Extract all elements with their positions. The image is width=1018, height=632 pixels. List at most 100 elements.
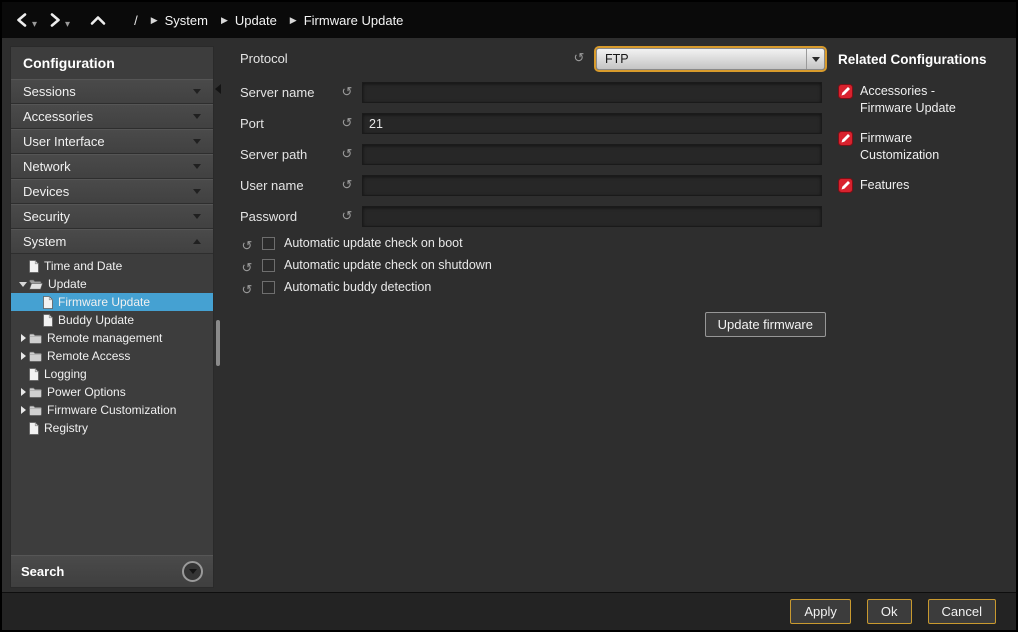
tree-item-label: Remote management (47, 331, 162, 345)
search-section[interactable]: Search (11, 555, 213, 587)
password-row: Password ↺ (224, 206, 830, 228)
breadcrumb-arrow-icon: ▶ (290, 15, 297, 26)
tree-item-remote-management[interactable]: Remote management (11, 329, 213, 347)
tree-item-label: Update (48, 277, 87, 291)
back-button[interactable] (14, 10, 30, 30)
chevron-left-icon (15, 12, 29, 28)
update-check-on-shutdown-checkbox[interactable] (262, 259, 275, 272)
chevron-right-icon[interactable] (17, 388, 29, 396)
reset-icon[interactable]: ↺ (340, 208, 354, 224)
protocol-selected-value: FTP (597, 52, 806, 66)
sidebar-item-label: Security (23, 209, 70, 224)
edit-icon (838, 131, 853, 151)
sidebar-scrollbar-thumb[interactable] (216, 320, 220, 366)
server-path-label: Server path (240, 147, 307, 162)
edit-icon (838, 84, 853, 104)
protocol-label: Protocol (240, 51, 288, 66)
reset-icon[interactable]: ↺ (340, 177, 354, 193)
tree-item-label: Firmware Update (58, 295, 150, 309)
related-item-accessories-firmware-update[interactable]: Accessories - Firmware Update (838, 83, 1014, 117)
protocol-select[interactable]: FTP (596, 48, 825, 70)
chevron-down-icon (193, 189, 201, 194)
chevron-right-icon[interactable] (17, 352, 29, 360)
user-name-row: User name ↺ (224, 175, 830, 197)
reset-icon[interactable]: ↺ (240, 238, 254, 254)
chevron-down-icon (189, 569, 197, 574)
sidebar-item-system[interactable]: System (11, 229, 213, 254)
chevron-down-icon[interactable] (17, 282, 29, 287)
reset-icon[interactable]: ↺ (340, 146, 354, 162)
forward-history-caret-icon[interactable]: ▾ (65, 19, 70, 30)
update-check-on-boot-label: Automatic update check on boot (284, 236, 463, 250)
sidebar-item-network[interactable]: Network (11, 154, 213, 179)
port-input[interactable] (362, 113, 822, 134)
system-tree: Time and Date Update Firmware Update Bud… (11, 254, 213, 437)
sidebar-item-label: Accessories (23, 109, 93, 124)
related-configurations-panel: Related Configurations Accessories - Fir… (838, 46, 1014, 211)
breadcrumb-update[interactable]: Update (235, 13, 277, 28)
password-input[interactable] (362, 206, 822, 227)
reset-icon[interactable]: ↺ (572, 50, 586, 66)
automatic-buddy-detection-checkbox[interactable] (262, 281, 275, 294)
sidebar-collapse-handle[interactable] (215, 84, 221, 94)
tree-item-remote-access[interactable]: Remote Access (11, 347, 213, 365)
user-name-input[interactable] (362, 175, 822, 196)
sidebar-item-user-interface[interactable]: User Interface (11, 129, 213, 154)
reset-icon[interactable]: ↺ (240, 282, 254, 298)
sidebar-item-label: Devices (23, 184, 69, 199)
search-expand-button[interactable] (182, 561, 203, 582)
related-configurations-title: Related Configurations (838, 52, 1014, 67)
sidebar-item-label: Sessions (23, 84, 76, 99)
server-name-input[interactable] (362, 82, 822, 103)
update-button-row: Update firmware (224, 312, 830, 338)
tree-item-logging[interactable]: Logging (11, 365, 213, 383)
update-check-on-boot-checkbox[interactable] (262, 237, 275, 250)
update-check-on-shutdown-label: Automatic update check on shutdown (284, 258, 492, 272)
apply-button[interactable]: Apply (790, 599, 851, 624)
reset-icon[interactable]: ↺ (340, 115, 354, 131)
breadcrumb-firmware-update[interactable]: Firmware Update (304, 13, 404, 28)
breadcrumb-system[interactable]: System (165, 13, 208, 28)
ok-button[interactable]: Ok (867, 599, 912, 624)
tree-item-registry[interactable]: Registry (11, 419, 213, 437)
sidebar-item-sessions[interactable]: Sessions (11, 79, 213, 104)
tree-item-buddy-update[interactable]: Buddy Update (11, 311, 213, 329)
firmware-update-form: Protocol ↺ FTP Server name ↺ Port ↺ Serv… (224, 46, 830, 592)
check-row-boot: ↺ Automatic update check on boot (224, 236, 830, 252)
breadcrumb-arrow-icon: ▶ (221, 15, 228, 26)
tree-item-power-options[interactable]: Power Options (11, 383, 213, 401)
port-label: Port (240, 116, 264, 131)
reset-icon[interactable]: ↺ (240, 260, 254, 276)
chevron-right-icon[interactable] (17, 406, 29, 414)
server-path-input[interactable] (362, 144, 822, 165)
back-history-caret-icon[interactable]: ▾ (32, 19, 37, 30)
automatic-buddy-detection-label: Automatic buddy detection (284, 280, 431, 294)
tree-item-time-and-date[interactable]: Time and Date (11, 257, 213, 275)
tree-item-update[interactable]: Update (11, 275, 213, 293)
breadcrumb-root[interactable]: / (134, 13, 138, 28)
forward-button[interactable] (47, 10, 63, 30)
sidebar-item-devices[interactable]: Devices (11, 179, 213, 204)
tree-item-label: Power Options (47, 385, 126, 399)
cancel-button[interactable]: Cancel (928, 599, 996, 624)
breadcrumb-arrow-icon: ▶ (151, 15, 158, 26)
server-path-row: Server path ↺ (224, 144, 830, 166)
tree-item-firmware-customization[interactable]: Firmware Customization (11, 401, 213, 419)
sidebar-item-accessories[interactable]: Accessories (11, 104, 213, 129)
tree-item-label: Registry (44, 421, 88, 435)
related-item-label: Features (860, 177, 909, 194)
related-item-firmware-customization[interactable]: Firmware Customization (838, 130, 1014, 164)
server-name-label: Server name (240, 85, 314, 100)
folder-icon (29, 351, 42, 362)
up-level-button[interactable] (88, 12, 108, 28)
chevron-right-icon[interactable] (17, 334, 29, 342)
tree-item-firmware-update[interactable]: Firmware Update (11, 293, 213, 311)
chevron-down-icon (193, 114, 201, 119)
update-firmware-button[interactable]: Update firmware (705, 312, 826, 337)
related-item-features[interactable]: Features (838, 177, 1014, 198)
port-row: Port ↺ (224, 113, 830, 135)
chevron-down-icon (193, 139, 201, 144)
configuration-sidebar: Configuration Sessions Accessories User … (10, 46, 214, 588)
sidebar-item-security[interactable]: Security (11, 204, 213, 229)
reset-icon[interactable]: ↺ (340, 84, 354, 100)
